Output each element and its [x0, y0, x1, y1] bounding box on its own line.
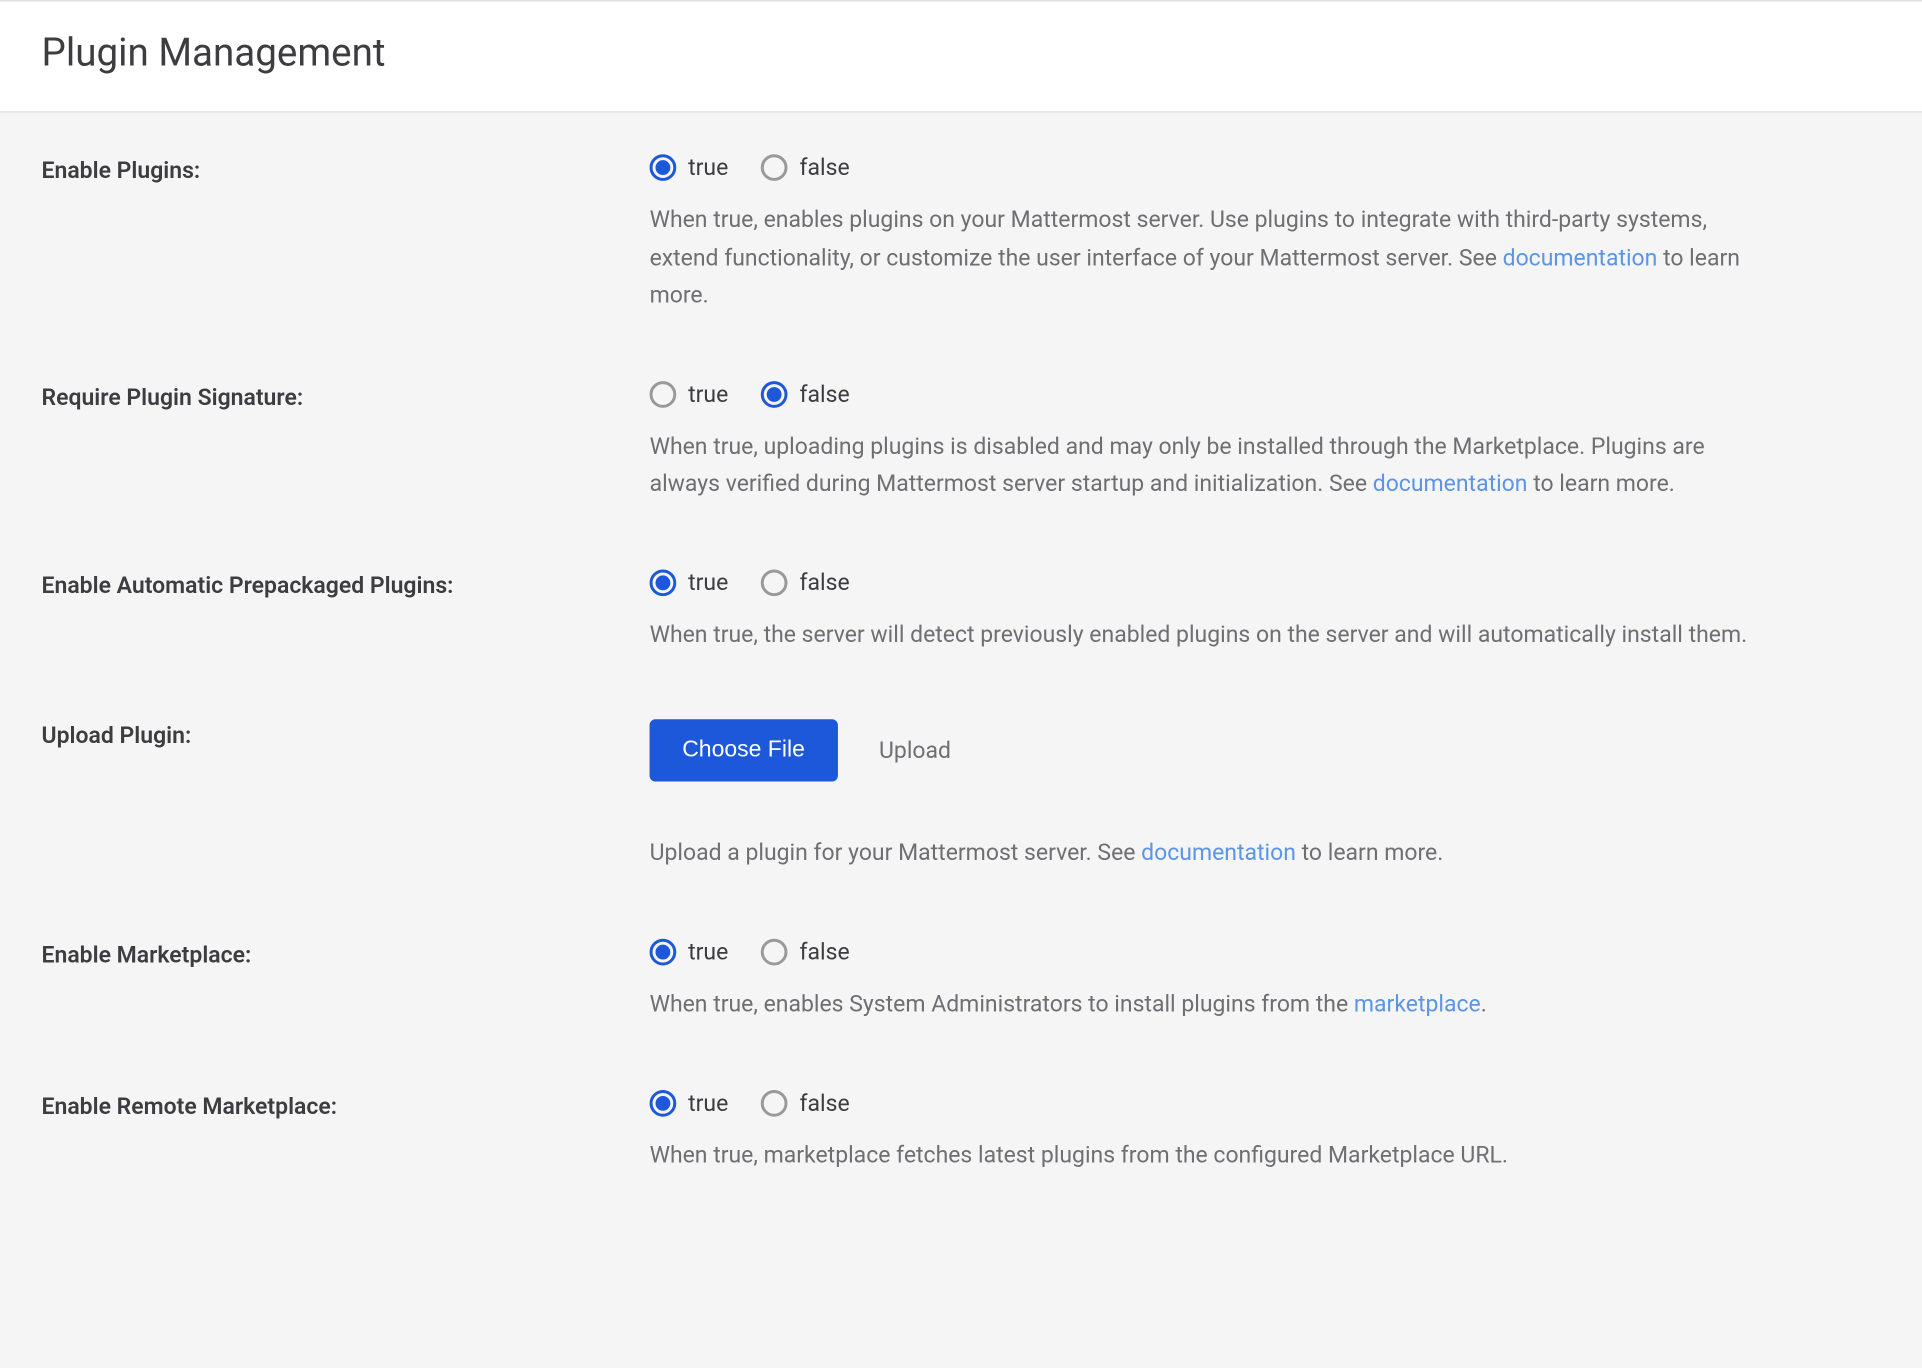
radio-enable-plugins-false[interactable]: false — [761, 154, 850, 181]
radio-group-enable-marketplace: true false — [650, 939, 1777, 966]
radio-enable-marketplace-false[interactable]: false — [761, 939, 850, 966]
help-prefix: Upload a plugin for your Mattermost serv… — [650, 840, 1142, 867]
radio-icon — [650, 381, 677, 408]
radio-icon — [650, 939, 677, 966]
upload-button-row: Choose File Upload — [650, 720, 1777, 782]
setting-upload-plugin: Upload Plugin: Choose File Upload Upload… — [42, 720, 1881, 874]
radio-label: false — [799, 939, 849, 966]
setting-enable-marketplace: Enable Marketplace: true false When true… — [42, 939, 1881, 1024]
setting-enable-remote-marketplace: Enable Remote Marketplace: true false Wh… — [42, 1089, 1881, 1174]
setting-controls: true false When true, the server will de… — [650, 569, 1777, 654]
setting-controls: Choose File Upload Upload a plugin for y… — [650, 720, 1777, 874]
help-suffix: to learn more. — [1527, 470, 1674, 497]
help-prefix: When true, enables System Administrators… — [650, 991, 1354, 1018]
radio-label: false — [799, 569, 849, 596]
page-title: Plugin Management — [42, 31, 1881, 75]
setting-label: Upload Plugin: — [42, 720, 650, 874]
radio-icon — [761, 569, 788, 596]
radio-require-signature-false[interactable]: false — [761, 381, 850, 408]
radio-auto-prepackaged-true[interactable]: true — [650, 569, 729, 596]
setting-require-signature: Require Plugin Signature: true false Whe… — [42, 381, 1881, 504]
radio-icon — [761, 1089, 788, 1116]
radio-enable-remote-marketplace-true[interactable]: true — [650, 1089, 729, 1116]
radio-label: false — [799, 1089, 849, 1116]
choose-file-button[interactable]: Choose File — [650, 720, 838, 782]
radio-enable-remote-marketplace-false[interactable]: false — [761, 1089, 850, 1116]
documentation-link[interactable]: documentation — [1373, 470, 1528, 497]
radio-group-enable-plugins: true false — [650, 154, 1777, 181]
settings-content: Enable Plugins: true false When true, en… — [0, 113, 1922, 1175]
radio-label: true — [688, 154, 728, 181]
setting-label: Enable Marketplace: — [42, 939, 650, 1024]
help-text: When true, enables plugins on your Matte… — [650, 202, 1777, 316]
radio-icon — [761, 381, 788, 408]
documentation-link[interactable]: documentation — [1503, 244, 1658, 271]
radio-group-enable-remote-marketplace: true false — [650, 1089, 1777, 1116]
setting-enable-plugins: Enable Plugins: true false When true, en… — [42, 154, 1881, 315]
radio-icon — [650, 154, 677, 181]
setting-controls: true false When true, marketplace fetche… — [650, 1089, 1777, 1174]
setting-controls: true false When true, enables System Adm… — [650, 939, 1777, 1024]
radio-enable-plugins-true[interactable]: true — [650, 154, 729, 181]
help-text: Upload a plugin for your Mattermost serv… — [650, 835, 1777, 873]
documentation-link[interactable]: documentation — [1141, 840, 1296, 867]
setting-label: Enable Remote Marketplace: — [42, 1089, 650, 1174]
radio-icon — [761, 939, 788, 966]
radio-group-auto-prepackaged: true false — [650, 569, 1777, 596]
page-header: Plugin Management — [0, 0, 1922, 113]
upload-button[interactable]: Upload — [879, 738, 951, 765]
radio-label: true — [688, 569, 728, 596]
setting-controls: true false When true, uploading plugins … — [650, 381, 1777, 504]
setting-auto-prepackaged: Enable Automatic Prepackaged Plugins: tr… — [42, 569, 1881, 654]
setting-label: Require Plugin Signature: — [42, 381, 650, 504]
radio-auto-prepackaged-false[interactable]: false — [761, 569, 850, 596]
help-suffix: . — [1481, 991, 1487, 1018]
setting-controls: true false When true, enables plugins on… — [650, 154, 1777, 315]
help-text: When true, marketplace fetches latest pl… — [650, 1137, 1777, 1175]
radio-label: true — [688, 939, 728, 966]
radio-label: false — [799, 381, 849, 408]
help-text: When true, the server will detect previo… — [650, 617, 1777, 655]
setting-label: Enable Automatic Prepackaged Plugins: — [42, 569, 650, 654]
radio-icon — [650, 1089, 677, 1116]
radio-group-require-signature: true false — [650, 381, 1777, 408]
radio-icon — [650, 569, 677, 596]
help-text: When true, enables System Administrators… — [650, 986, 1777, 1024]
radio-enable-marketplace-true[interactable]: true — [650, 939, 729, 966]
radio-icon — [761, 154, 788, 181]
radio-label: true — [688, 381, 728, 408]
radio-label: false — [799, 154, 849, 181]
help-suffix: to learn more. — [1296, 840, 1443, 867]
radio-require-signature-true[interactable]: true — [650, 381, 729, 408]
marketplace-link[interactable]: marketplace — [1354, 991, 1481, 1018]
help-text: When true, uploading plugins is disabled… — [650, 428, 1777, 504]
radio-label: true — [688, 1089, 728, 1116]
setting-label: Enable Plugins: — [42, 154, 650, 315]
